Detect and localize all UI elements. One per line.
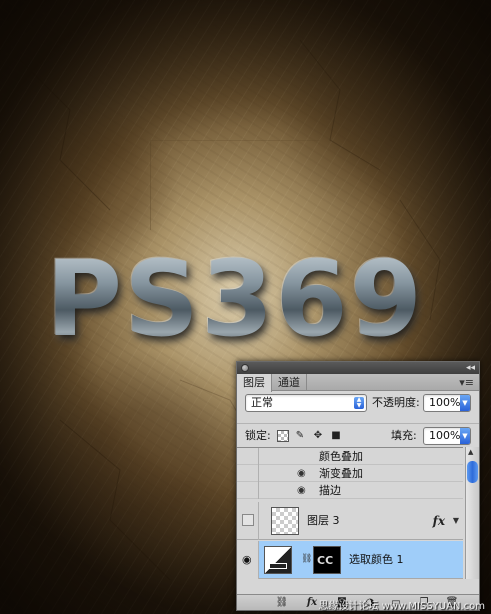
blend-row: 正常 ▲ ▼ 不透明度: 100% ▼ (237, 391, 479, 419)
collapse-icon[interactable]: ◂◂ (466, 362, 475, 374)
close-icon[interactable] (241, 364, 249, 372)
panel-titlebar[interactable]: ◂◂ (237, 362, 479, 374)
lock-move-icon[interactable]: ✥ (312, 430, 324, 442)
adjustment-thumbnail (264, 546, 292, 574)
tab-channels[interactable]: 通道 (272, 374, 307, 391)
eye-column (237, 448, 259, 465)
watermark: 思缘设计论坛 www.MISSYUAN.com (318, 601, 485, 612)
layer-row-selective-color[interactable]: ◉ ⛓ CC 选取颜色 1 (237, 541, 463, 579)
effect-name: 描边 (319, 484, 341, 497)
visibility-toggle[interactable] (242, 514, 254, 526)
eye-icon[interactable]: ◉ (297, 482, 306, 499)
lock-transparency-icon[interactable] (277, 430, 289, 442)
fx-icon[interactable]: fx (433, 502, 445, 540)
effect-color-overlay[interactable]: 颜色叠加 (237, 448, 463, 465)
layer-scrollbar[interactable]: ▲ (465, 447, 479, 579)
layer-name: 图层 3 (307, 514, 340, 527)
effect-gradient-overlay[interactable]: ◉ 渐变叠加 (237, 465, 463, 482)
blend-mode-value: 正常 (251, 396, 273, 409)
lock-paint-brush-icon[interactable]: ✎ (294, 430, 306, 442)
fill-field[interactable]: 100% ▼ (423, 427, 471, 445)
eye-icon[interactable]: ◉ (297, 465, 306, 482)
panel-tabs: 图层 通道 ▾≡ (237, 374, 479, 392)
chevron-down-icon[interactable]: ▼ (460, 428, 470, 444)
opacity-label: 不透明度: (372, 396, 420, 409)
fill-value: 100% (429, 429, 461, 442)
fill-label: 填充: (391, 429, 417, 442)
opacity-value: 100% (429, 396, 461, 409)
chain-link-icon[interactable]: ⛓ (301, 554, 312, 564)
tab-layers[interactable]: 图层 (237, 374, 272, 392)
scroll-up-icon[interactable]: ▲ (468, 448, 473, 456)
link-layers-icon[interactable]: ⛓ (275, 595, 289, 611)
effect-name: 颜色叠加 (319, 450, 363, 463)
panel-menu-icon[interactable]: ▾≡ (459, 375, 474, 390)
ps369-metal-title: PS369 (0, 244, 470, 354)
expand-arrow-icon[interactable]: ▼ (453, 502, 459, 540)
eye-column (237, 482, 259, 499)
blend-mode-select[interactable]: 正常 ▲ ▼ (245, 394, 367, 412)
fx-icon[interactable]: fx (305, 595, 319, 611)
layers-panel: ◂◂ 图层 通道 ▾≡ 正常 ▲ ▼ 不透明度: 100% ▼ 锁定: ✎ ✥ ■… (236, 361, 480, 611)
eye-column (237, 502, 259, 540)
layer-thumbnail (271, 507, 299, 535)
effect-stroke[interactable]: ◉ 描边 (237, 482, 463, 499)
opacity-field[interactable]: 100% ▼ (423, 394, 471, 412)
mask-thumbnail[interactable]: CC (313, 546, 341, 574)
eye-column: ◉ (237, 541, 259, 579)
eye-column (237, 465, 259, 482)
updown-arrows-icon: ▲ ▼ (354, 397, 364, 409)
lock-all-icon[interactable]: ■ (330, 430, 342, 442)
chevron-down-icon[interactable]: ▼ (460, 395, 470, 411)
layer-row-layer3[interactable]: 图层 3 fx ▼ (237, 502, 463, 540)
eye-icon[interactable]: ◉ (242, 553, 252, 566)
scroll-thumb[interactable] (467, 461, 478, 483)
layer-name: 选取颜色 1 (349, 553, 404, 566)
effect-name: 渐变叠加 (319, 467, 363, 480)
lock-label: 锁定: (245, 429, 271, 442)
lock-row: 锁定: ✎ ✥ ■ 填充: 100% ▼ (237, 423, 479, 447)
layer-list: 颜色叠加 ◉ 渐变叠加 ◉ 描边 图层 3 fx ▼ ◉ ⛓ CC 选取颜色 1 (237, 447, 463, 579)
